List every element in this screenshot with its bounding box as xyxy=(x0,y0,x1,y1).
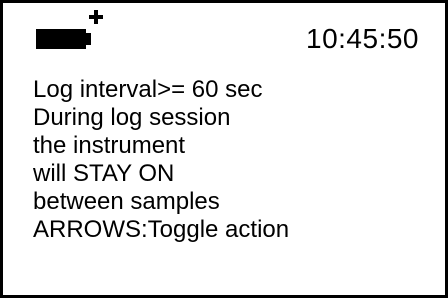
device-display: 10:45:50 Log interval>= 60 sec During lo… xyxy=(0,0,448,298)
message-line-the-instrument: the instrument xyxy=(33,132,186,159)
clock: 10:45:50 xyxy=(306,23,419,54)
message-line-during-session: During log session xyxy=(33,104,231,131)
plus-icon xyxy=(89,10,103,24)
battery-full-icon xyxy=(36,29,91,49)
battery-body xyxy=(36,29,86,49)
message-line-stay-on: will STAY ON xyxy=(33,160,175,187)
message-line-between-samples: between samples xyxy=(33,188,220,215)
message-line-log-interval: Log interval>= 60 sec xyxy=(33,76,263,103)
message-text: Log interval>= 60 sec During log session… xyxy=(33,76,289,244)
battery-tip xyxy=(86,33,91,45)
status-bar: 10:45:50 xyxy=(3,3,445,69)
message-line-arrows-toggle: ARROWS:Toggle action xyxy=(33,216,290,243)
